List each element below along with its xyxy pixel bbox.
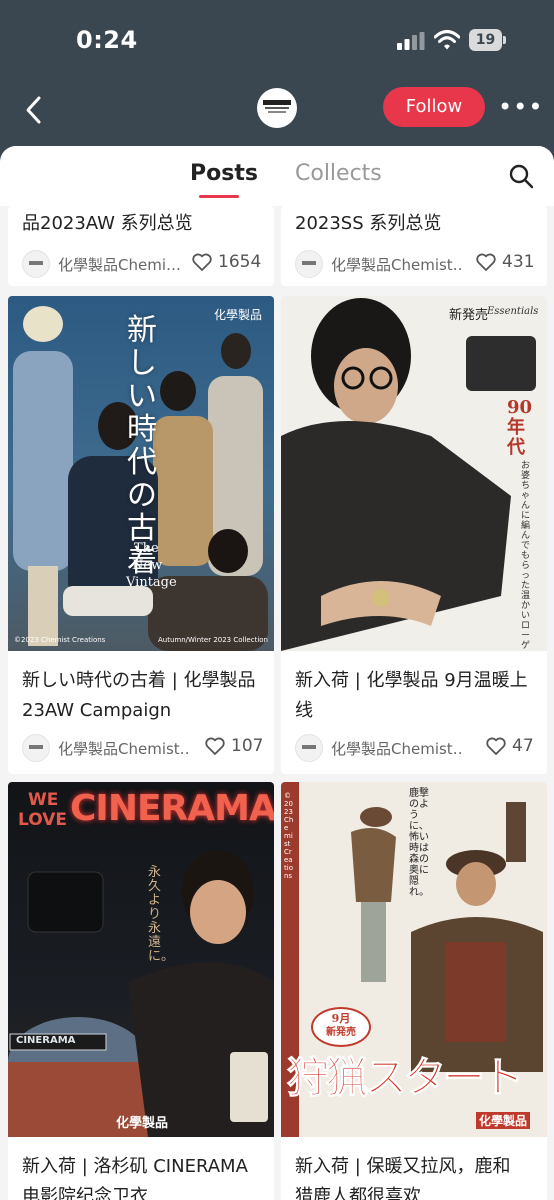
tab-collects[interactable]: Collects [295, 161, 382, 186]
follow-button[interactable]: Follow [383, 87, 485, 127]
cellular-signal-icon [397, 32, 425, 50]
content-sheet: Posts Collects 品2023AW 系列总览 化學製品Chemi… 1… [0, 146, 554, 1200]
like-count: 107 [231, 736, 264, 756]
back-arrow-icon[interactable] [22, 94, 46, 126]
author-avatar [295, 250, 323, 278]
cover-footer-right: Autumn/Winter 2023 Collection [158, 636, 268, 644]
knitwear-photo [281, 298, 536, 651]
like-count: 431 [502, 252, 535, 272]
heart-icon [486, 737, 506, 755]
like-button[interactable]: 431 [476, 252, 534, 272]
heart-icon [476, 253, 496, 271]
post-cover-image: WE LOVE CINERAMA 永久より永遠に。 CINERAMA 化學製品 [8, 782, 274, 1137]
cover-footer-left: ©2023 Chemist Creations [14, 636, 106, 644]
cover-brand-text: 化學製品 [476, 1112, 531, 1129]
post-card[interactable]: 品2023AW 系列总览 化學製品Chemi… 1654 [8, 206, 274, 286]
cover-cinerama: CINERAMA [70, 788, 274, 829]
author-name: 化學製品Chemi… [58, 255, 181, 274]
cover-tagline: 永久より永遠に。 [148, 865, 175, 964]
active-tab-indicator [199, 195, 239, 198]
cover-brand-text: 化學製品 [116, 1116, 169, 1131]
cover-new-release: 新発売 [326, 1027, 356, 1038]
like-button[interactable]: 107 [205, 736, 263, 756]
post-card[interactable]: WE LOVE CINERAMA 永久より永遠に。 CINERAMA 化學製品 … [8, 782, 274, 1200]
cover-we: WE [28, 790, 59, 810]
cover-love: LOVE [18, 810, 67, 830]
author-name: 化學製品Chemist… [58, 739, 188, 758]
brand-avatar[interactable] [257, 88, 297, 128]
cover-badge: 新発売 [449, 308, 489, 323]
cover-essentials: Essentials [487, 306, 539, 317]
post-card[interactable]: 新発売 Essentials 90年代 お婆ちゃんに編んでもらった温かいローゲー… [281, 296, 547, 774]
cover-tagline: お婆ちゃんに編んでもらった温かいローゲージ [521, 461, 531, 651]
author-avatar [22, 734, 50, 762]
like-button[interactable]: 47 [486, 736, 534, 756]
like-button[interactable]: 1654 [192, 252, 261, 272]
cover-english-3: Vintage [126, 575, 177, 590]
post-title-line2: 猎鹿人都很喜欢 [295, 1186, 421, 1200]
post-title-line1: 新入荷 | 洛杉矶 CINERAMA [22, 1156, 248, 1177]
cover-decade: 90年代 [507, 397, 533, 458]
post-cover-image: 化學製品 新しい時代の古着 The New Vintage ©2023 Chem… [8, 296, 274, 651]
cinerama-photo [8, 850, 274, 1137]
author-avatar [22, 250, 50, 278]
post-cover-image: ©2023 Chemist Creations 鹿撃のように、怖い時は森の奥に隠… [281, 782, 547, 1137]
author-name: 化學製品Chemist… [331, 255, 461, 274]
battery-level: 19 [475, 32, 496, 48]
status-bar: 0:24 19 [0, 0, 554, 84]
post-title-line1: 新入荷 | 保暖又拉风，鹿和 [295, 1156, 511, 1177]
cover-month-badge: 9月 新発売 [311, 1007, 371, 1047]
post-title: 2023SS 系列总览 [295, 213, 442, 234]
post-author[interactable]: 化學製品Chemist… [295, 250, 461, 278]
cover-headline: 狩猟スタート [286, 1053, 524, 1103]
post-title-line1: 新しい時代の古着 | 化學製品 [22, 670, 256, 691]
post-cover-image: 新発売 Essentials 90年代 お婆ちゃんに編んでもらった温かいローゲー… [281, 296, 547, 651]
heart-icon [192, 253, 212, 271]
cover-month: 9月 [331, 1012, 351, 1025]
cover-english-2: New [132, 558, 163, 573]
post-title-line2: 线 [295, 700, 313, 721]
author-name: 化學製品Chemist… [331, 739, 461, 758]
brand-logo-icon [263, 100, 291, 113]
cover-brand-text: 化學製品 [213, 308, 262, 322]
cover-tagline: 鹿撃のように、怖い時は森の奥に隠れ。 [409, 788, 430, 898]
cover-credit: ©2023 Chemist Creations [284, 792, 294, 880]
post-author[interactable]: 化學製品Chemist… [22, 734, 188, 762]
post-author[interactable]: 化學製品Chemi… [22, 250, 188, 278]
post-card[interactable]: 化學製品 新しい時代の古着 The New Vintage ©2023 Chem… [8, 296, 274, 774]
post-card[interactable]: ©2023 Chemist Creations 鹿撃のように、怖い時は森の奥に隠… [281, 782, 547, 1200]
post-card[interactable]: 2023SS 系列总览 化學製品Chemist… 431 [281, 206, 547, 286]
author-avatar [295, 734, 323, 762]
cover-headline: 新しい時代の古着 [127, 313, 157, 579]
tab-bar: Posts Collects [0, 146, 554, 206]
post-title: 品2023AW 系列总览 [22, 213, 193, 234]
post-title-line1: 新入荷 | 化學製品 9月温暖上 [295, 670, 528, 691]
post-author[interactable]: 化學製品Chemist… [295, 734, 461, 762]
post-title-line2: 23AW Campaign [22, 700, 172, 721]
wifi-icon [434, 30, 460, 50]
post-title-line2: 电影院纪念卫衣 [22, 1186, 148, 1200]
cover-sign: CINERAMA [16, 1035, 76, 1046]
cover-english-1: The [134, 541, 159, 556]
like-count: 1654 [218, 252, 262, 272]
heart-icon [205, 737, 225, 755]
tab-posts[interactable]: Posts [190, 161, 258, 186]
like-count: 47 [512, 736, 534, 756]
status-time: 0:24 [76, 26, 138, 54]
search-icon[interactable] [508, 163, 534, 189]
more-options-icon[interactable]: ••• [498, 95, 542, 119]
battery-icon: 19 [469, 29, 507, 51]
